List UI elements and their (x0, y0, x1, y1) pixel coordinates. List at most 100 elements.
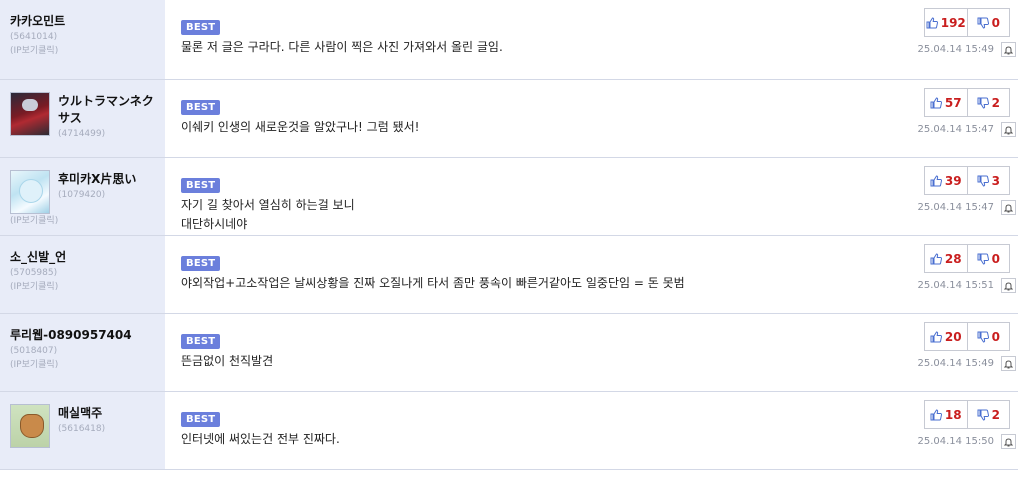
thumbs-down-icon (977, 409, 989, 421)
comment-text-line: 물론 저 글은 구라다. 다른 사람이 찍은 사진 가져와서 올린 글임. (181, 40, 503, 54)
thumbs-down-icon (977, 97, 989, 109)
author-id: (5616418) (58, 424, 106, 434)
ip-view-link[interactable]: (IP보기클릭) (10, 280, 165, 294)
comment-body: BEST 뜬금없이 천직발견 20 0 25.04.14 15:49 (165, 314, 1018, 391)
best-badge: BEST (181, 256, 221, 271)
comment-author-panel: 소_신발_언 (5705985) (IP보기클릭) (0, 236, 165, 313)
author-nickname[interactable]: 루리웹-0890957404 (10, 326, 165, 344)
upvote-count: 18 (944, 407, 962, 422)
downvote-button[interactable]: 0 (966, 245, 1010, 272)
author-nickname[interactable]: 카카오민트 (10, 12, 165, 30)
upvote-count: 39 (944, 173, 962, 188)
comment-row: 매실맥주 (5616418) BEST 인터넷에 써있는건 전부 진짜다. 18… (0, 392, 1018, 470)
upvote-button[interactable]: 39 (925, 167, 967, 194)
comment-timestamp: 25.04.14 15:51 (917, 280, 994, 291)
comment-text: 뜬금없이 천직발견 (181, 352, 1018, 371)
vote-box: 28 0 (924, 244, 1010, 273)
comment-body: BEST 야외작업+고소작업은 날씨상황을 진짜 오질나게 타서 좀만 풍속이 … (165, 236, 1018, 313)
comment-author-panel: 카카오민트 (5641014) (IP보기클릭) (0, 0, 165, 79)
thumbs-up-icon (930, 252, 942, 264)
best-badge: BEST (181, 178, 221, 193)
author-nickname[interactable]: ウルトラマンネクサス (58, 92, 162, 127)
vote-box: 57 2 (924, 88, 1010, 117)
author-id: (5018407) (10, 346, 58, 356)
upvote-count: 28 (944, 251, 962, 266)
downvote-button[interactable]: 3 (966, 167, 1010, 194)
comment-row: 후미카X片思い (1079420) (IP보기클릭) BEST 자기 길 찾아서… (0, 158, 1018, 236)
best-badge: BEST (181, 412, 221, 427)
thumbs-down-icon (977, 253, 989, 265)
downvote-count: 0 (991, 329, 1000, 344)
comment-text: 자기 길 찾아서 열심히 하는걸 보니 대단하시네야 (181, 196, 1018, 234)
downvote-button[interactable]: 0 (966, 9, 1010, 36)
vote-box: 20 0 (924, 322, 1010, 351)
report-button[interactable] (1001, 42, 1016, 57)
comment-text: 야외작업+고소작업은 날씨상황을 진짜 오질나게 타서 좀만 풍속이 빠른거같아… (181, 274, 1018, 293)
thumbs-down-icon (977, 331, 989, 343)
upvote-button[interactable]: 18 (925, 401, 967, 428)
comment-text-line: 자기 길 찾아서 열심히 하는걸 보니 (181, 198, 355, 212)
best-badge: BEST (181, 334, 221, 349)
comment-author-panel: 후미카X片思い (1079420) (IP보기클릭) (0, 158, 165, 235)
comment-text-line: 야외작업+고소작업은 날씨상황을 진짜 오질나게 타서 좀만 풍속이 빠른거같아… (181, 276, 685, 290)
comment-text: 인터넷에 써있는건 전부 진짜다. (181, 430, 1018, 449)
bell-icon (1004, 203, 1013, 212)
report-button[interactable] (1001, 434, 1016, 449)
ip-view-link[interactable]: (IP보기클릭) (10, 44, 165, 58)
ip-view-link[interactable]: (IP보기클릭) (10, 358, 165, 372)
thumbs-down-icon (977, 17, 989, 29)
thumbs-down-icon (977, 175, 989, 187)
downvote-button[interactable]: 0 (966, 323, 1010, 350)
comment-text-line: 뜬금없이 천직발견 (181, 354, 274, 368)
vote-box: 39 3 (924, 166, 1010, 195)
upvote-count: 57 (944, 95, 962, 110)
upvote-button[interactable]: 192 (925, 9, 967, 36)
author-id: (5641014) (10, 32, 58, 42)
comment-body: BEST 이쉐키 인생의 새로운것을 알았구나! 그럼 됐서! 57 2 25.… (165, 80, 1018, 157)
author-id: (5705985) (10, 268, 58, 278)
vote-box: 192 0 (924, 8, 1010, 37)
downvote-count: 2 (991, 95, 1000, 110)
report-button[interactable] (1001, 356, 1016, 371)
bell-icon (1004, 45, 1013, 54)
downvote-button[interactable]: 2 (966, 89, 1010, 116)
upvote-button[interactable]: 28 (925, 245, 967, 272)
user-avatar[interactable] (10, 92, 50, 136)
downvote-button[interactable]: 2 (966, 401, 1010, 428)
author-nickname[interactable]: 매실맥주 (58, 404, 162, 422)
comment-text-line: 이쉐키 인생의 새로운것을 알았구나! 그럼 됐서! (181, 120, 420, 134)
comment-body: BEST 인터넷에 써있는건 전부 진짜다. 18 2 25.04.14 15:… (165, 392, 1018, 469)
comment-body: BEST 자기 길 찾아서 열심히 하는걸 보니 대단하시네야 39 3 25.… (165, 158, 1018, 235)
bell-icon (1004, 437, 1013, 446)
comment-author-panel: 루리웹-0890957404 (5018407) (IP보기클릭) (0, 314, 165, 391)
bell-icon (1004, 359, 1013, 368)
thumbs-up-icon (926, 16, 938, 28)
best-badge: BEST (181, 20, 221, 35)
upvote-button[interactable]: 57 (925, 89, 967, 116)
comment-text-line: 인터넷에 써있는건 전부 진짜다. (181, 432, 340, 446)
upvote-button[interactable]: 20 (925, 323, 967, 350)
comment-text: 이쉐키 인생의 새로운것을 알았구나! 그럼 됐서! (181, 118, 1018, 137)
comment-row: 루리웹-0890957404 (5018407) (IP보기클릭) BEST 뜬… (0, 314, 1018, 392)
thumbs-up-icon (930, 330, 942, 342)
comment-row: ウルトラマンネクサス (4714499) BEST 이쉐키 인생의 새로운것을 … (0, 80, 1018, 158)
comment-timestamp: 25.04.14 15:49 (917, 358, 994, 369)
comment-row: 카카오민트 (5641014) (IP보기클릭) BEST 물론 저 글은 구라… (0, 0, 1018, 80)
comment-text-line: 대단하시네야 (181, 217, 248, 231)
best-badge: BEST (181, 100, 221, 115)
user-avatar[interactable] (10, 404, 50, 448)
comment-author-panel: 매실맥주 (5616418) (0, 392, 165, 469)
report-button[interactable] (1001, 200, 1016, 215)
ip-view-link[interactable]: (IP보기클릭) (10, 214, 165, 228)
author-nickname[interactable]: 소_신발_언 (10, 248, 165, 266)
comment-list: 카카오민트 (5641014) (IP보기클릭) BEST 물론 저 글은 구라… (0, 0, 1018, 470)
report-button[interactable] (1001, 278, 1016, 293)
comment-timestamp: 25.04.14 15:50 (917, 436, 994, 447)
downvote-count: 3 (991, 173, 1000, 188)
report-button[interactable] (1001, 122, 1016, 137)
comment-row: 소_신발_언 (5705985) (IP보기클릭) BEST 야외작업+고소작업… (0, 236, 1018, 314)
user-avatar[interactable] (10, 170, 50, 214)
thumbs-up-icon (930, 96, 942, 108)
author-nickname[interactable]: 후미카X片思い (58, 170, 162, 188)
comment-text: 물론 저 글은 구라다. 다른 사람이 찍은 사진 가져와서 올린 글임. (181, 38, 1018, 57)
